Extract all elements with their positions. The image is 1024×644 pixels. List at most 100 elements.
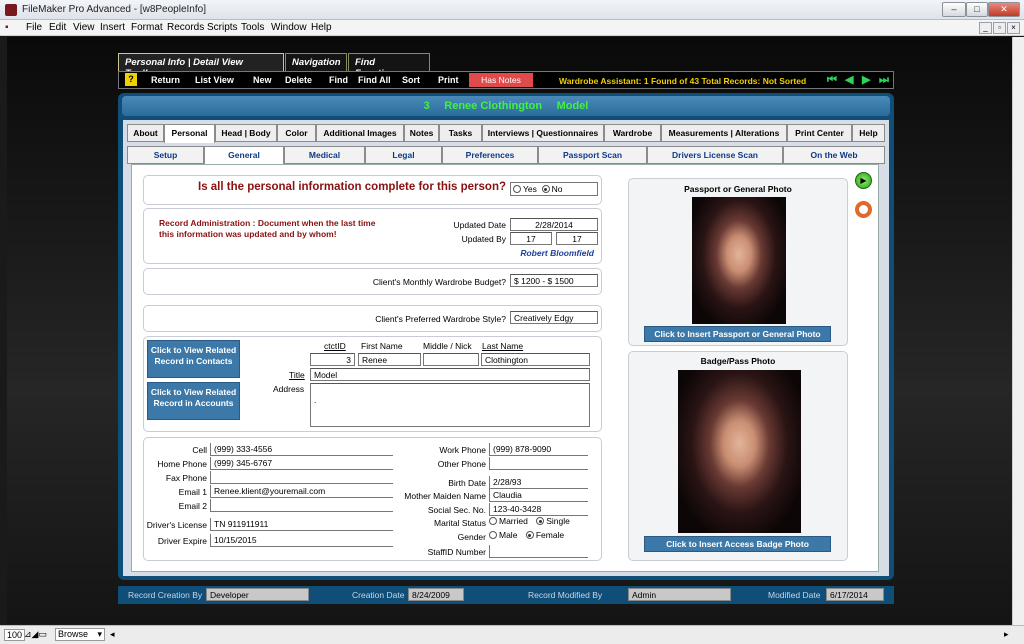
tab-color[interactable]: Color — [277, 124, 316, 142]
fax-phone-field[interactable] — [210, 471, 393, 484]
subtab-general[interactable]: General — [204, 146, 284, 166]
delete-button[interactable]: Delete — [285, 75, 312, 85]
menu-format[interactable]: Format — [131, 22, 163, 33]
mother-maiden-field[interactable]: Claudia — [489, 489, 588, 502]
lifebuoy-help-icon[interactable] — [855, 201, 872, 218]
return-button[interactable]: Return — [151, 75, 180, 85]
insert-badge-photo-button[interactable]: Click to Insert Access Badge Photo — [644, 536, 831, 552]
close-button[interactable]: ✕ — [988, 2, 1020, 17]
middle-nick-field[interactable] — [423, 353, 479, 366]
menu-insert[interactable]: Insert — [100, 22, 125, 33]
menu-scripts[interactable]: Scripts — [207, 22, 238, 33]
last-record-icon[interactable]: ⏭ — [879, 75, 890, 86]
menu-tools[interactable]: Tools — [241, 22, 264, 33]
vertical-scrollbar[interactable] — [1012, 37, 1024, 625]
last-name-field[interactable]: Clothington — [481, 353, 590, 366]
title-field[interactable]: Model — [310, 368, 590, 381]
email2-field[interactable] — [210, 499, 393, 512]
updated-date-field[interactable]: 2/28/2014 — [510, 218, 598, 231]
mdi-minimize-button[interactable]: _ — [979, 22, 992, 34]
first-record-icon[interactable]: ⏮ — [827, 75, 838, 86]
mdi-restore-button[interactable]: ▫ — [993, 22, 1006, 34]
style-field[interactable]: Creatively Edgy — [510, 311, 598, 324]
subtab-drivers-license-scan[interactable]: Drivers License Scan — [647, 146, 783, 164]
tab-interviews[interactable]: Interviews | Questionnaires — [482, 124, 604, 142]
tab-wardrobe[interactable]: Wardrobe — [604, 124, 661, 142]
zoom-level[interactable]: 100 — [4, 629, 26, 641]
sort-button[interactable]: Sort — [402, 75, 420, 85]
menu-window[interactable]: Window — [271, 22, 307, 33]
cell-field[interactable]: (999) 333-4556 — [210, 443, 393, 456]
subtab-setup[interactable]: Setup — [127, 146, 204, 164]
tab-personal[interactable]: Personal — [164, 124, 215, 143]
other-phone-field[interactable] — [489, 457, 588, 470]
email1-field[interactable]: Renee.klient@youremail.com — [210, 485, 393, 498]
help-icon[interactable]: ? — [125, 73, 137, 86]
staffid-field[interactable] — [489, 545, 588, 558]
subtab-legal[interactable]: Legal — [365, 146, 442, 164]
window-titlebar: FileMaker Pro Advanced - [w8PeopleInfo] … — [0, 0, 1024, 20]
radio-married-label: Married — [499, 516, 528, 526]
find-all-button[interactable]: Find All — [358, 75, 391, 85]
find-button[interactable]: Find — [329, 75, 348, 85]
menu-view[interactable]: View — [73, 22, 95, 33]
tab-about[interactable]: About — [127, 124, 164, 142]
tab-detail-view-toolbar[interactable]: Personal Info | Detail View Toolbar — [118, 53, 284, 79]
minimize-button[interactable]: – — [942, 2, 966, 17]
ctctid-field[interactable]: 3 — [310, 353, 355, 366]
scroll-right-icon[interactable]: ▸ — [1004, 629, 1009, 640]
tab-print-center[interactable]: Print Center — [787, 124, 852, 142]
print-button[interactable]: Print — [438, 75, 459, 85]
has-notes-badge[interactable]: Has Notes — [469, 73, 533, 87]
tab-additional-images[interactable]: Additional Images — [316, 124, 404, 142]
fax-phone-label: Fax Phone — [165, 473, 207, 483]
radio-yes[interactable] — [513, 185, 521, 193]
radio-no[interactable] — [541, 185, 550, 193]
subtab-passport-scan[interactable]: Passport Scan — [538, 146, 647, 164]
updated-by-field-2[interactable]: 17 — [556, 232, 598, 245]
tab-find-functions[interactable]: Find Functions — [348, 53, 430, 79]
subtab-medical[interactable]: Medical — [284, 146, 365, 164]
previous-record-icon[interactable]: ◀ — [845, 75, 856, 86]
budget-field[interactable]: $ 1200 - $ 1500 — [510, 274, 598, 287]
record-role: Model — [556, 100, 589, 112]
updated-by-field-1[interactable]: 17 — [510, 232, 552, 245]
radio-male[interactable] — [489, 531, 497, 539]
menu-file[interactable]: File — [26, 22, 42, 33]
radio-single[interactable] — [536, 517, 545, 525]
view-contacts-button[interactable]: Click to View Related Record in Contacts — [147, 340, 240, 378]
scroll-left-icon[interactable]: ◂ — [110, 629, 115, 640]
mdi-close-button[interactable]: × — [1007, 22, 1020, 34]
address-field[interactable]: . — [310, 383, 590, 427]
menu-records[interactable]: Records — [167, 22, 204, 33]
drivers-license-field[interactable]: TN 911911911 — [210, 518, 393, 531]
tab-tasks[interactable]: Tasks — [439, 124, 482, 142]
tab-navigation[interactable]: Navigation — [285, 53, 347, 71]
view-accounts-button[interactable]: Click to View Related Record in Accounts — [147, 382, 240, 420]
new-button[interactable]: New — [253, 75, 272, 85]
go-arrow-icon[interactable]: ▶ — [855, 172, 872, 189]
work-phone-field[interactable]: (999) 878-9090 — [489, 443, 588, 456]
tab-help[interactable]: Help — [852, 124, 885, 142]
zoom-icons[interactable]: ⊿◢▭ — [24, 629, 47, 640]
maximize-button[interactable]: □ — [966, 2, 988, 17]
insert-passport-photo-button[interactable]: Click to Insert Passport or General Phot… — [644, 326, 831, 342]
radio-married[interactable] — [489, 517, 497, 525]
subtab-preferences[interactable]: Preferences — [442, 146, 538, 164]
tab-notes[interactable]: Notes — [404, 124, 439, 142]
home-phone-field[interactable]: (999) 345-6767 — [210, 457, 393, 470]
list-view-button[interactable]: List View — [195, 75, 234, 85]
tab-head-body[interactable]: Head | Body — [215, 124, 277, 142]
first-name-field[interactable]: Renee — [358, 353, 421, 366]
subtab-on-the-web[interactable]: On the Web — [783, 146, 885, 164]
tab-measurements[interactable]: Measurements | Alterations — [661, 124, 787, 142]
driver-expire-field[interactable]: 10/15/2015 — [210, 534, 393, 547]
ssn-field[interactable]: 123-40-3428 — [489, 503, 588, 516]
menu-edit[interactable]: Edit — [49, 22, 66, 33]
birth-date-field[interactable]: 2/28/93 — [489, 476, 588, 489]
menu-help[interactable]: Help — [311, 22, 332, 33]
creation-by-label: Record Creation By — [128, 590, 203, 600]
mode-select[interactable]: Browse ▾ — [55, 628, 105, 641]
next-record-icon[interactable]: ▶ — [862, 75, 873, 86]
radio-female[interactable] — [525, 531, 534, 539]
